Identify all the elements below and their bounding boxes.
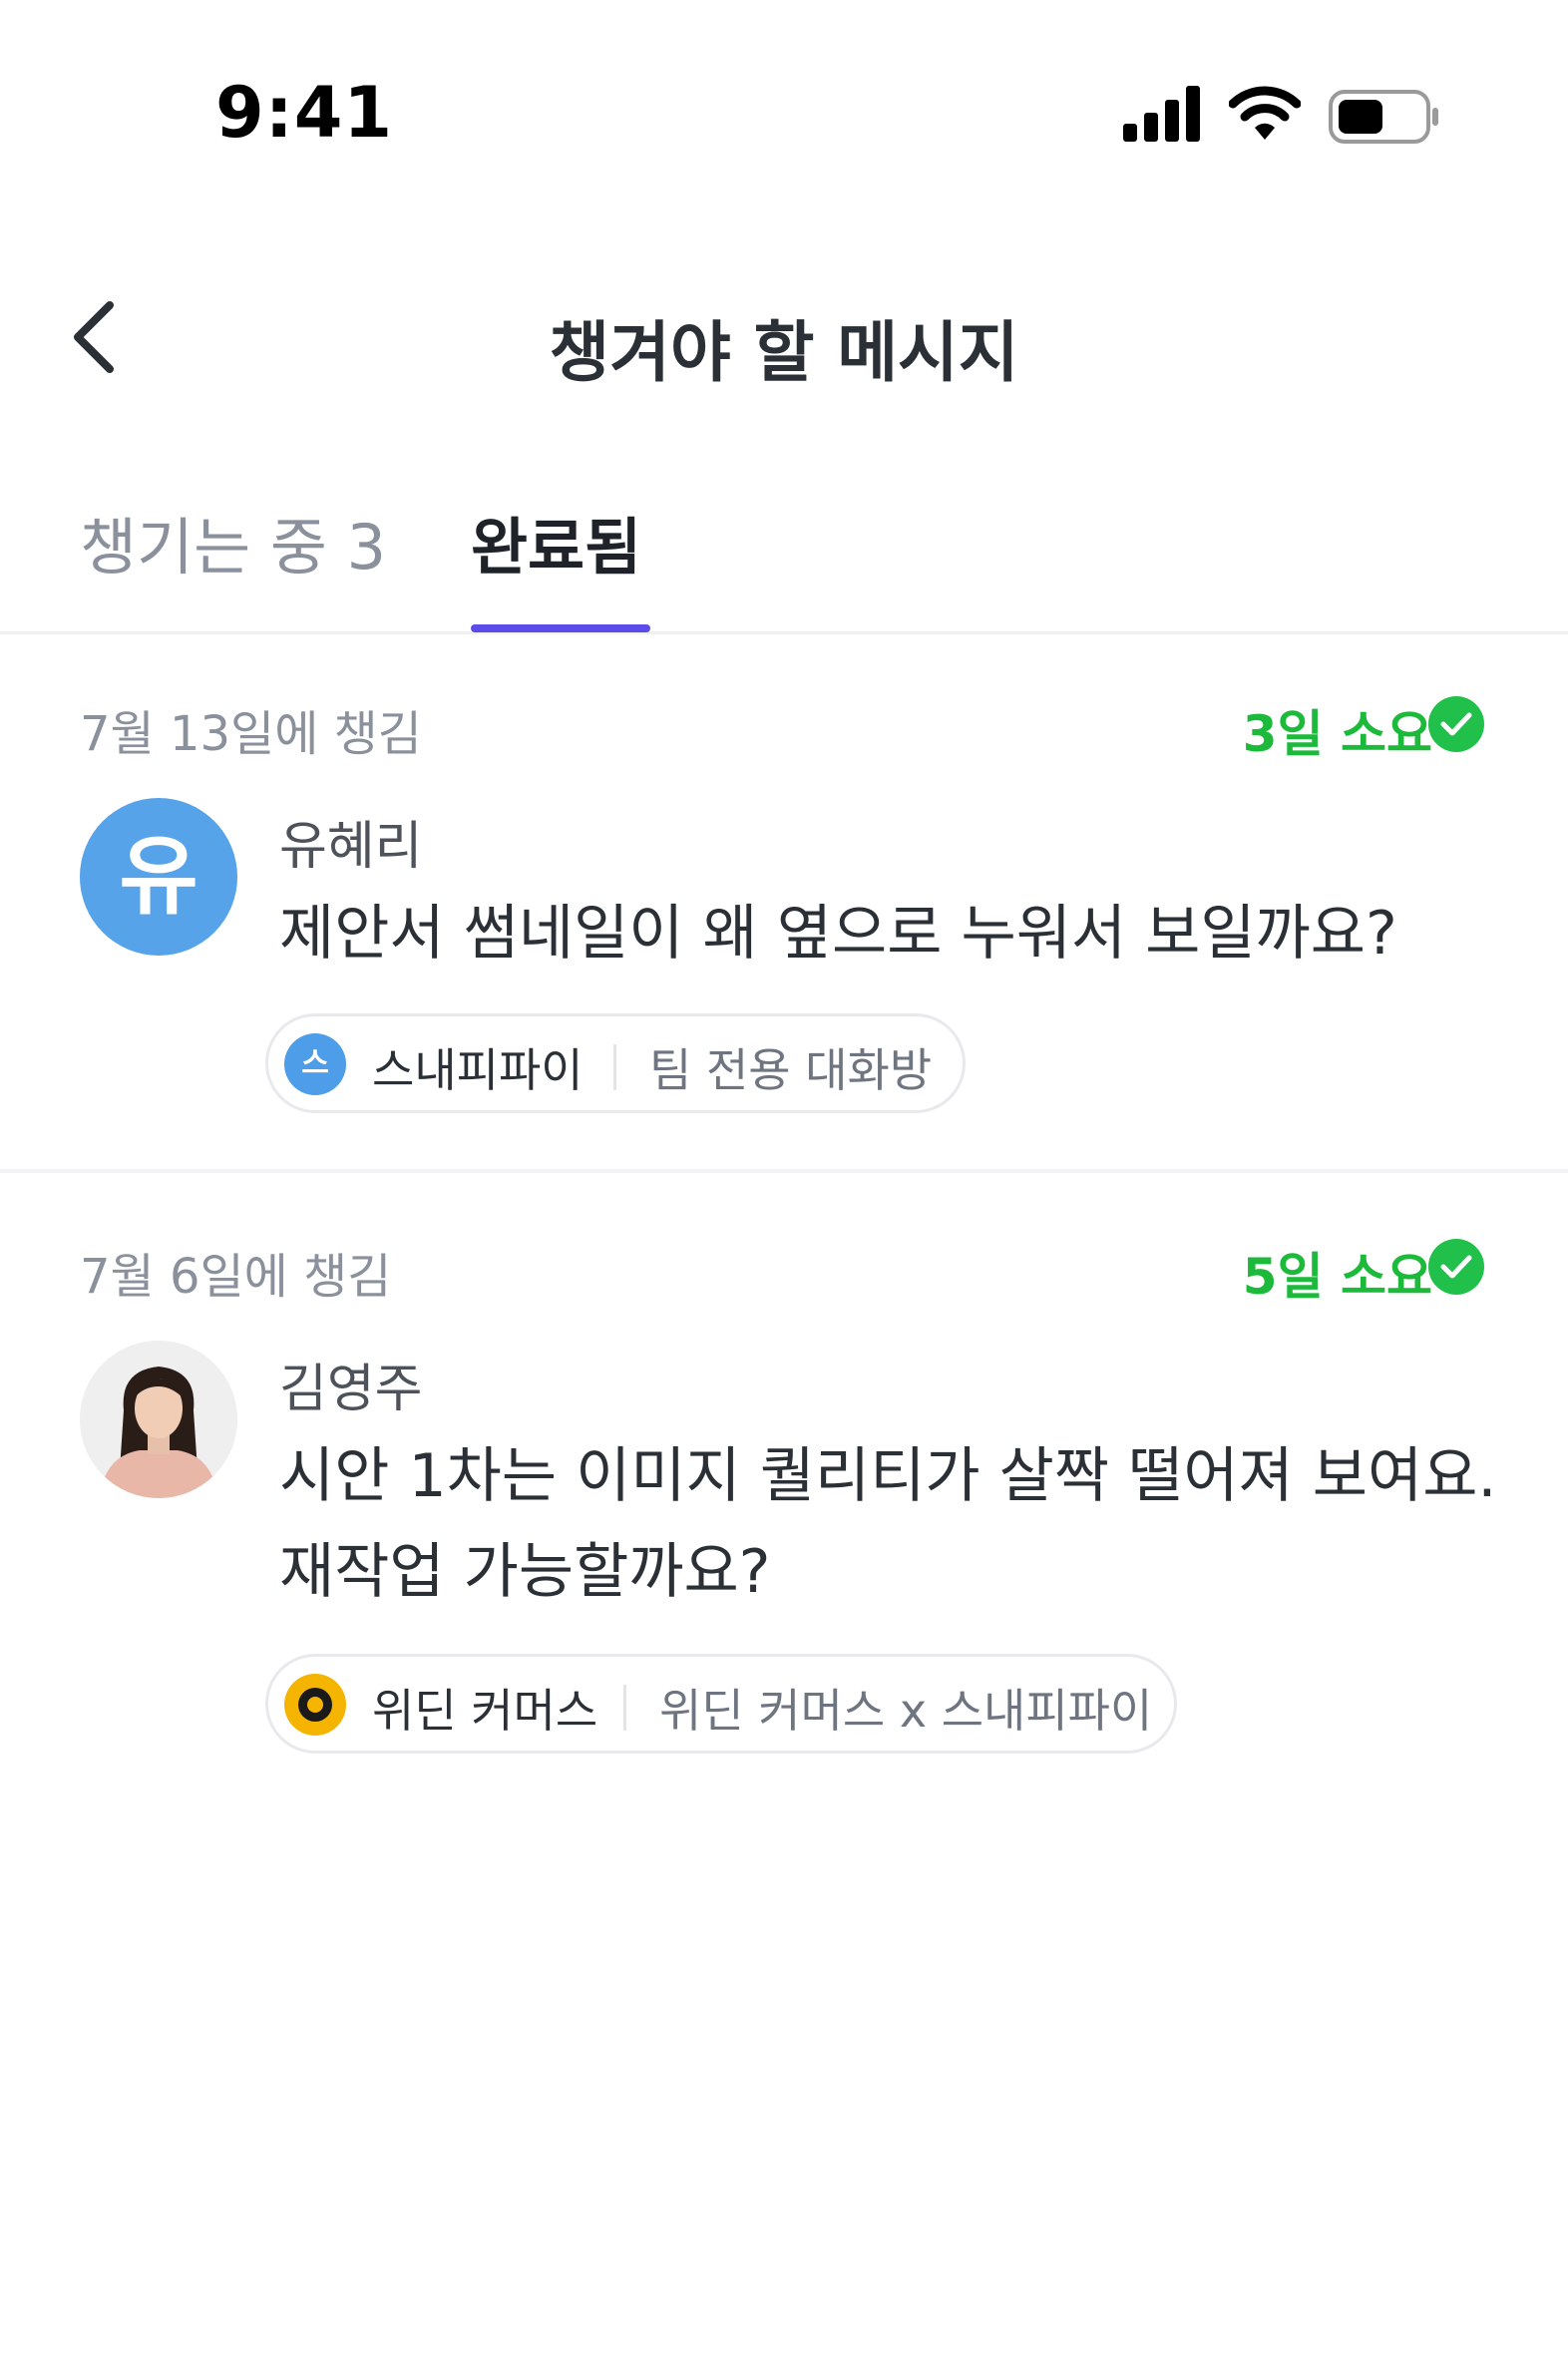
page-title: 챙겨야 할 메시지 xyxy=(549,314,1019,391)
handled-date: 7월 6일에 챙김 xyxy=(80,1249,392,1305)
chip-divider xyxy=(623,1685,626,1731)
message-text: 제안서 썸네일이 왜 옆으로 누워서 보일까요? xyxy=(279,899,1397,969)
list-item[interactable]: 7월 13일에 챙김 3일 소요 유 유혜리 제안서 썸네일이 왜 옆으로 누워… xyxy=(0,634,1568,1173)
header: 챙겨야 할 메시지 xyxy=(0,269,1568,409)
message-text: 시안 1차는 이미지 퀄리티가 살짝 떨어져 보여요. 재작업 가능할까요? xyxy=(279,1428,1536,1620)
handled-date: 7월 13일에 챙김 xyxy=(80,706,422,762)
org-logo-icon xyxy=(284,1674,346,1736)
tab-in-progress[interactable]: 챙기는 중 3 xyxy=(80,497,386,587)
avatar: 유 xyxy=(80,798,237,956)
org-name: 위딘 커머스 xyxy=(372,1684,598,1738)
duration-label: 5일 소요 xyxy=(1242,1248,1432,1306)
chip-divider xyxy=(613,1044,616,1090)
active-tab-indicator xyxy=(471,624,650,632)
duration-label: 3일 소요 xyxy=(1242,705,1432,763)
channel-chip[interactable]: 스 스내피파이 팀 전용 대화방 xyxy=(265,1013,966,1113)
check-circle-icon xyxy=(1428,1239,1484,1295)
check-circle-icon xyxy=(1428,696,1484,752)
list-item[interactable]: 7월 6일에 챙김 5일 소요 김영주 시안 1차는 이미지 퀄리티가 살짝 떨… xyxy=(0,1177,1568,1815)
channel-chip[interactable]: 위딘 커머스 위딘 커머스 x 스내피파이 xyxy=(265,1654,1177,1754)
battery-icon xyxy=(1329,90,1438,144)
room-name: 팀 전용 대화방 xyxy=(649,1043,933,1097)
sender-name: 유혜리 xyxy=(279,817,423,877)
org-logo-icon: 스 xyxy=(284,1033,346,1095)
sender-name: 김영주 xyxy=(279,1360,423,1419)
tab-bar: 챙기는 중 3 완료됨 xyxy=(0,479,1568,634)
status-time: 9:41 xyxy=(215,72,394,154)
status-bar: 9:41 xyxy=(0,0,1568,199)
wifi-icon xyxy=(1229,86,1301,140)
message-line: 시안 1차는 이미지 퀄리티가 살짝 떨어져 보여요. xyxy=(279,1441,1497,1511)
room-name: 위딘 커머스 x 스내피파이 xyxy=(659,1684,1153,1738)
tab-completed[interactable]: 완료됨 xyxy=(471,497,641,587)
org-name: 스내피파이 xyxy=(372,1043,584,1097)
screen: 9:41 챙겨야 할 메시지 챙기는 중 3 완료됨 7월 13일에 챙김 3일… xyxy=(0,0,1568,2354)
avatar-photo xyxy=(80,1341,237,1498)
cellular-signal-icon xyxy=(1123,86,1200,142)
message-line: 재작업 가능할까요? xyxy=(279,1537,771,1607)
